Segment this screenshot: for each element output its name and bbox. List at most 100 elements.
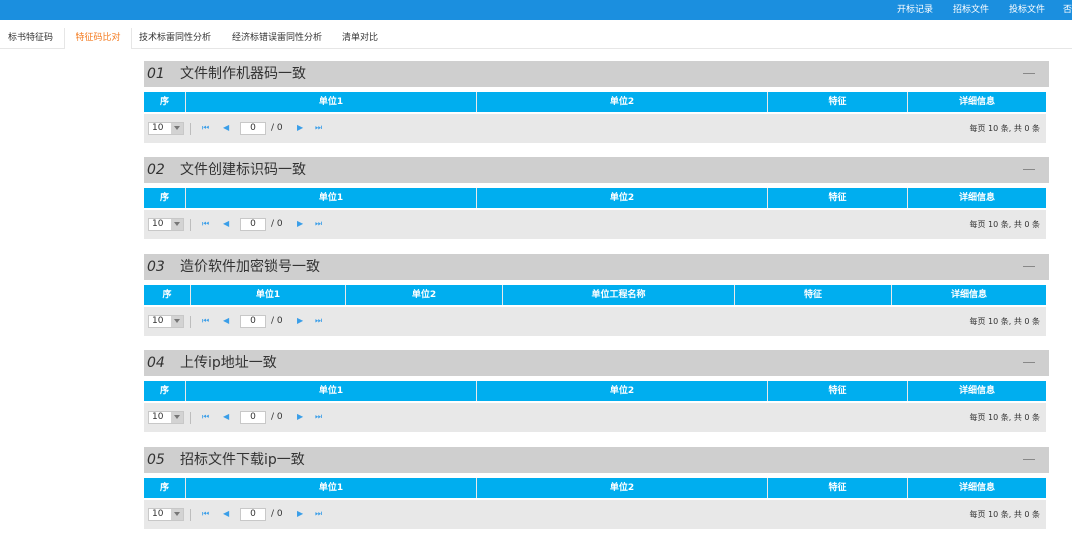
column-header[interactable]: 详细信息 [908, 478, 1046, 498]
chevron-down-icon[interactable] [171, 219, 183, 230]
next-page-icon[interactable]: ▶ [297, 218, 303, 230]
column-header[interactable]: 详细信息 [908, 188, 1046, 208]
page-number-input[interactable]: 0 [240, 218, 266, 231]
column-header[interactable]: 特征 [768, 478, 908, 498]
last-page-icon[interactable]: ⏭ [315, 411, 322, 423]
tab-bill-compare[interactable]: 清单对比 [342, 28, 378, 48]
first-page-icon[interactable]: ⏮ [202, 218, 209, 230]
prev-page-icon[interactable]: ◀ [223, 315, 229, 327]
column-header[interactable]: 详细信息 [892, 285, 1046, 305]
chevron-down-icon[interactable] [171, 123, 183, 134]
column-header[interactable]: 单位2 [477, 478, 768, 498]
page-size-select[interactable]: 10 [148, 122, 184, 135]
column-header[interactable]: 单位2 [477, 188, 768, 208]
column-header[interactable]: 序 [144, 478, 186, 498]
prev-page-icon[interactable]: ◀ [223, 508, 229, 520]
chevron-down-icon[interactable] [171, 412, 183, 423]
page-size-select[interactable]: 10 [148, 411, 184, 424]
top-nav-tender-file[interactable]: 招标文件 [953, 0, 989, 20]
section-number: 03 [147, 259, 165, 275]
column-header[interactable]: 单位1 [186, 381, 477, 401]
page-size-select[interactable]: 10 [148, 218, 184, 231]
section-header: 02 文件创建标识码一致 [144, 157, 1049, 183]
section-title: 上传ip地址一致 [180, 355, 277, 371]
column-header[interactable]: 单位2 [477, 381, 768, 401]
tab-feature-code-compare[interactable]: 特征码比对 [64, 28, 132, 49]
column-header[interactable]: 单位1 [186, 188, 477, 208]
pager-divider [190, 316, 191, 328]
pager-divider [190, 123, 191, 135]
column-header[interactable]: 序 [144, 285, 191, 305]
top-nav-more[interactable]: 否 [1063, 0, 1072, 20]
column-header[interactable]: 序 [144, 188, 186, 208]
page-size-select[interactable]: 10 [148, 508, 184, 521]
column-header[interactable]: 单位1 [191, 285, 346, 305]
collapse-icon[interactable] [1023, 169, 1035, 170]
page-number-input[interactable]: 0 [240, 508, 266, 521]
tab-tech-similarity[interactable]: 技术标雷同性分析 [139, 28, 211, 48]
column-header[interactable]: 详细信息 [908, 381, 1046, 401]
prev-page-icon[interactable]: ◀ [223, 218, 229, 230]
last-page-icon[interactable]: ⏭ [315, 508, 322, 520]
page-number-input[interactable]: 0 [240, 315, 266, 328]
column-header[interactable]: 序 [144, 381, 186, 401]
prev-page-icon[interactable]: ◀ [223, 411, 229, 423]
collapse-icon[interactable] [1023, 73, 1035, 74]
column-header[interactable]: 单位2 [477, 92, 768, 112]
pagination-bar: 10 ⏮ ◀ 0 / 0 ▶ ⏭ 每页 10 条, 共 0 条 [144, 500, 1046, 529]
pagination-bar: 10 ⏮ ◀ 0 / 0 ▶ ⏭ 每页 10 条, 共 0 条 [144, 210, 1046, 239]
tab-econ-error-similarity[interactable]: 经济标错误雷同性分析 [232, 28, 322, 48]
prev-page-icon[interactable]: ◀ [223, 122, 229, 134]
page-size-select[interactable]: 10 [148, 315, 184, 328]
next-page-icon[interactable]: ▶ [297, 315, 303, 327]
section-header: 04 上传ip地址一致 [144, 350, 1049, 376]
collapse-icon[interactable] [1023, 266, 1035, 267]
column-header[interactable]: 详细信息 [908, 92, 1046, 112]
pagination-summary: 每页 10 条, 共 0 条 [969, 220, 1040, 229]
collapse-icon[interactable] [1023, 362, 1035, 363]
last-page-icon[interactable]: ⏭ [315, 315, 322, 327]
table-header: 序单位1 单位2 单位工程名称 特征 详细信息 [144, 285, 1046, 305]
table-header: 序单位1 单位2 特征 详细信息 [144, 478, 1046, 498]
column-header[interactable]: 单位2 [346, 285, 503, 305]
chevron-down-icon[interactable] [171, 316, 183, 327]
tab-bid-feature-code[interactable]: 标书特征码 [8, 28, 53, 48]
section-04: 04 上传ip地址一致序单位1 单位2 特征 详细信息 10 ⏮ ◀ 0 / 0 ▶ ⏭ 每页 10 条… [144, 350, 1049, 434]
page-number-input[interactable]: 0 [240, 411, 266, 424]
section-number: 05 [147, 452, 165, 468]
collapse-icon[interactable] [1023, 459, 1035, 460]
section-header: 01 文件制作机器码一致 [144, 61, 1049, 87]
first-page-icon[interactable]: ⏮ [202, 508, 209, 520]
top-nav-bid-file[interactable]: 投标文件 [1009, 0, 1045, 20]
column-header[interactable]: 特征 [735, 285, 892, 305]
section-title: 造价软件加密锁号一致 [180, 259, 320, 275]
page-number-input[interactable]: 0 [240, 122, 266, 135]
column-header[interactable]: 特征 [768, 381, 908, 401]
chevron-down-icon[interactable] [171, 509, 183, 520]
first-page-icon[interactable]: ⏮ [202, 411, 209, 423]
pagination-summary: 每页 10 条, 共 0 条 [969, 124, 1040, 133]
next-page-icon[interactable]: ▶ [297, 508, 303, 520]
column-header[interactable]: 特征 [768, 92, 908, 112]
next-page-icon[interactable]: ▶ [297, 122, 303, 134]
last-page-icon[interactable]: ⏭ [315, 218, 322, 230]
column-header[interactable]: 特征 [768, 188, 908, 208]
pagination-bar: 10 ⏮ ◀ 0 / 0 ▶ ⏭ 每页 10 条, 共 0 条 [144, 403, 1046, 432]
pagination-summary: 每页 10 条, 共 0 条 [969, 413, 1040, 422]
next-page-icon[interactable]: ▶ [297, 411, 303, 423]
section-05: 05 招标文件下载ip一致序单位1 单位2 特征 详细信息 10 ⏮ ◀ 0 / 0 ▶ ⏭ 每页 10… [144, 447, 1049, 531]
section-title: 文件制作机器码一致 [180, 66, 306, 82]
page-total: / 0 [271, 412, 283, 422]
column-header[interactable]: 单位1 [186, 478, 477, 498]
column-header[interactable]: 序 [144, 92, 186, 112]
first-page-icon[interactable]: ⏮ [202, 122, 209, 134]
last-page-icon[interactable]: ⏭ [315, 122, 322, 134]
column-header[interactable]: 单位工程名称 [503, 285, 735, 305]
column-header[interactable]: 单位1 [186, 92, 477, 112]
tab-bar: 标书特征码 特征码比对 技术标雷同性分析 经济标错误雷同性分析 清单对比 [0, 28, 1072, 49]
top-nav-open-record[interactable]: 开标记录 [897, 0, 933, 20]
section-title: 招标文件下载ip一致 [180, 452, 305, 468]
first-page-icon[interactable]: ⏮ [202, 315, 209, 327]
page-total: / 0 [271, 316, 283, 326]
section-number: 04 [147, 355, 165, 371]
